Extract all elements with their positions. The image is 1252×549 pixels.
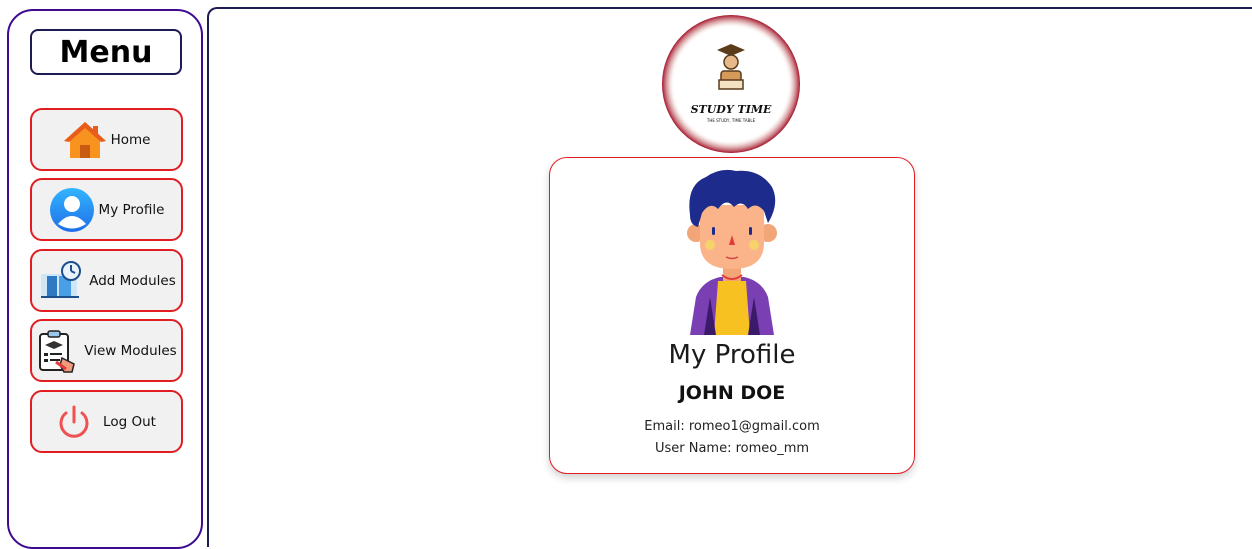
view-modules-icon xyxy=(36,328,80,374)
profile-username: User Name: romeo_mm xyxy=(654,441,810,456)
sidebar-item-label: My Profile xyxy=(98,201,165,218)
sidebar-item-log-out[interactable]: Log Out xyxy=(30,390,183,453)
user-icon xyxy=(49,187,95,233)
avatar xyxy=(676,165,788,335)
profile-name: JOHN DOE xyxy=(678,382,786,404)
sidebar-item-label: Home xyxy=(110,131,151,148)
study-time-logo: STUDY TIME THE STUDY, TIME TABLE xyxy=(661,14,801,154)
profile-email: Email: romeo1@gmail.com xyxy=(644,419,820,434)
sidebar-item-my-profile[interactable]: My Profile xyxy=(30,178,183,241)
sidebar-item-add-modules[interactable]: Add Modules xyxy=(30,249,183,312)
home-icon xyxy=(63,120,107,160)
profile-card: My Profile JOHN DOE Email: romeo1@gmail.… xyxy=(549,157,915,474)
sidebar-item-label: Log Out xyxy=(103,413,156,430)
add-modules-icon xyxy=(37,260,85,302)
logo-tagline: THE STUDY, TIME TABLE xyxy=(706,118,756,123)
power-icon xyxy=(57,404,91,440)
sidebar-item-label: View Modules xyxy=(84,342,177,359)
sidebar-item-view-modules[interactable]: View Modules xyxy=(30,319,183,382)
logo-text: STUDY TIME xyxy=(691,103,772,116)
sidebar-item-label: Add Modules xyxy=(89,272,176,289)
menu-title: Menu xyxy=(30,29,182,75)
profile-heading: My Profile xyxy=(668,340,796,370)
sidebar-item-home[interactable]: Home xyxy=(30,108,183,171)
